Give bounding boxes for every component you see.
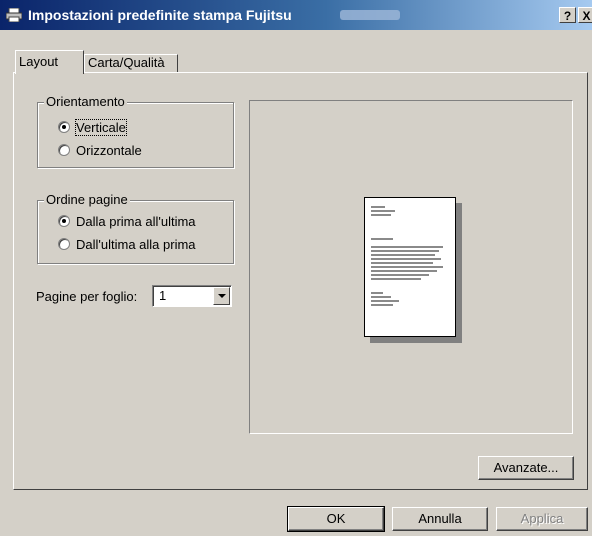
- title-bar[interactable]: Impostazioni predefinite stampa Fujitsu …: [0, 0, 592, 30]
- page-order-legend: Ordine pagine: [44, 192, 130, 207]
- radio-button[interactable]: [58, 215, 70, 227]
- pages-per-sheet-label: Pagine per foglio:: [36, 289, 138, 304]
- radio-label: Verticale: [75, 118, 127, 136]
- orientation-legend: Orientamento: [44, 94, 127, 109]
- radio-orizzontale[interactable]: Orizzontale: [58, 141, 142, 159]
- cancel-button[interactable]: Annulla: [392, 507, 488, 531]
- radio-button[interactable]: [58, 144, 70, 156]
- radio-label: Dalla prima all'ultima: [76, 213, 196, 229]
- radio-dalla-prima[interactable]: Dalla prima all'ultima: [58, 212, 196, 230]
- page-order-group: Ordine pagine Dalla prima all'ultima Dal…: [37, 192, 234, 264]
- close-button[interactable]: X: [578, 7, 592, 23]
- pages-per-sheet-select[interactable]: 1: [152, 285, 232, 307]
- radio-label: Dall'ultima alla prima: [76, 236, 196, 252]
- chevron-down-icon: [218, 294, 226, 298]
- window-title: Impostazioni predefinite stampa Fujitsu: [28, 7, 292, 23]
- help-button[interactable]: ?: [559, 7, 576, 23]
- tab-layout[interactable]: Layout: [15, 50, 84, 74]
- radio-label: Orizzontale: [76, 142, 142, 158]
- dropdown-button[interactable]: [213, 287, 230, 305]
- orientation-group: Orientamento Verticale Orizzontale: [37, 94, 234, 168]
- radio-verticale[interactable]: Verticale: [58, 118, 127, 136]
- radio-dall-ultima[interactable]: Dall'ultima alla prima: [58, 235, 196, 253]
- page-preview-icon: [364, 197, 456, 337]
- ok-button[interactable]: OK: [287, 506, 385, 532]
- printer-icon: [6, 8, 22, 22]
- apply-button[interactable]: Applica: [496, 507, 588, 531]
- radio-button[interactable]: [58, 238, 70, 250]
- pages-per-sheet-value: 1: [159, 288, 167, 303]
- advanced-button[interactable]: Avanzate...: [478, 456, 574, 480]
- tab-carta-qualita[interactable]: Carta/Qualità: [84, 54, 178, 72]
- title-blur: [340, 10, 400, 20]
- radio-button[interactable]: [58, 121, 70, 133]
